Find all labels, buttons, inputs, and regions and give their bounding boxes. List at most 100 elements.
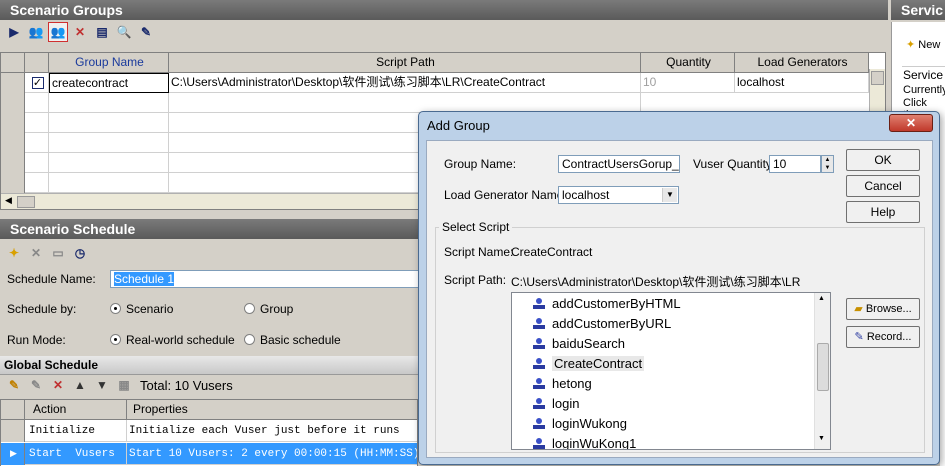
schedule-clock-icon[interactable]: ◷ [70,243,90,263]
col-action[interactable]: Action [25,400,127,420]
vuser-quantity-label: Vuser Quantity: [693,157,776,171]
col-properties[interactable]: Properties [127,400,417,420]
table-row[interactable]: ✓ createcontract C:\Users\Administrator\… [1,73,885,93]
list-item-selected[interactable]: CreateContract [532,354,645,374]
action-cell[interactable]: Start Vusers [25,443,127,465]
chevron-down-icon[interactable]: ▼ [662,188,677,202]
global-schedule-title: Global Schedule [0,356,418,375]
list-item[interactable]: hetong [532,374,592,394]
service-panel-title: Servic [891,0,945,20]
script-icon [532,296,546,310]
add-group-icon[interactable]: 👥 [48,22,68,42]
vusers-icon[interactable]: 👥 [26,22,46,42]
close-button[interactable]: ✕ [889,114,933,132]
table-view-icon[interactable]: ▦ [114,375,134,395]
record-button[interactable]: ✎ Record... [846,326,920,348]
run-mode-basic-radio[interactable]: Basic schedule [244,333,341,347]
play-icon[interactable]: ▶ [4,22,24,42]
radio-icon [244,303,255,314]
groups-grid-header: Group Name Script Path Quantity Load Gen… [1,53,885,73]
load-generator-cell[interactable]: localhost [735,73,869,93]
view-script-icon[interactable]: 🔍 [114,22,134,42]
delete-action-icon[interactable]: ✕ [48,375,68,395]
total-vusers: Total: 10 Vusers [140,377,233,393]
global-schedule-toolbar: ✎ ✎ ✕ ▲ ▼ ▦ Total: 10 Vusers [4,375,233,395]
vuser-quantity-input[interactable]: 10 [769,155,821,173]
scenario-schedule-title: Scenario Schedule [0,219,418,239]
script-list[interactable]: addCustomerByHTML addCustomerByURL baidu… [511,292,831,450]
radio-icon [110,334,121,345]
edit-action-icon[interactable]: ✎ [26,375,46,395]
action-cell[interactable]: Initialize [25,420,127,442]
close-icon: ✕ [905,116,917,130]
script-name-label: Script Name: [444,245,514,259]
scenario-groups-title: Scenario Groups [0,0,888,20]
ok-button[interactable]: OK [846,149,920,171]
scroll-left-icon[interactable]: ◀ [5,195,12,206]
rename-schedule-icon[interactable]: ▭ [48,243,68,263]
list-item[interactable]: addCustomerByHTML [532,294,681,314]
load-generator-label: Load Generator Name: [444,188,567,202]
properties-cell[interactable]: Initialize each Vuser just before it run… [127,420,417,442]
list-item[interactable]: login [532,394,579,414]
spin-down-icon[interactable]: ▼ [822,164,833,172]
add-group-dialog: Add Group ✕ Group Name: ContractUsersGor… [418,111,940,465]
add-action-icon[interactable]: ✎ [4,375,24,395]
script-icon [532,396,546,410]
new-schedule-icon[interactable]: ✦ [4,243,24,263]
group-name-cell[interactable]: createcontract [49,73,169,93]
run-mode-label: Run Mode: [7,333,66,347]
list-item[interactable]: loginWukong [532,414,627,434]
script-path-cell[interactable]: C:\Users\Administrator\Desktop\软件测试\练习脚本… [169,73,641,93]
table-row [1,93,885,113]
load-generator-select[interactable]: localhost ▼ [558,186,679,204]
schedule-by-scenario-radio[interactable]: Scenario [110,302,173,316]
move-down-icon[interactable]: ▼ [92,375,112,395]
new-icon: ✦ [906,39,916,51]
script-list-scrollbar[interactable]: ▲ ▼ [814,293,830,449]
dialog-body: Group Name: ContractUsersGorup_1 Vuser Q… [426,140,933,458]
col-script-path[interactable]: Script Path [169,53,641,73]
dialog-title: Add Group [427,118,490,133]
schedule-by-group-radio[interactable]: Group [244,302,293,316]
quantity-cell[interactable]: 10 [641,73,735,93]
scroll-up-icon[interactable]: ▲ [818,295,825,302]
col-quantity[interactable]: Quantity [641,53,735,73]
select-script-group: Select Script Script Name: CreateContrac… [435,220,925,453]
group-name-label: Group Name: [444,157,517,171]
remove-group-icon[interactable]: ✕ [70,22,90,42]
list-item[interactable]: loginWuKong1 [532,434,636,449]
global-schedule-grid: Action Properties Initialize Initialize … [0,399,418,466]
scroll-thumb[interactable] [817,343,829,391]
group-name-input[interactable]: ContractUsersGorup_1 [558,155,680,173]
table-row[interactable]: Initialize Initialize each Vuser just be… [1,420,417,442]
browse-button[interactable]: ▰ Browse... [846,298,920,320]
col-load-generators[interactable]: Load Generators [735,53,869,73]
quantity-spinner[interactable]: ▲ ▼ [821,155,834,173]
run-mode-realworld-radio[interactable]: Real-world schedule [110,333,235,347]
runtime-settings-icon[interactable]: ✎ [136,22,156,42]
service-status-text: Currently [903,84,945,96]
list-item[interactable]: addCustomerByURL [532,314,671,334]
schedule-name-input[interactable]: Schedule 1 [110,270,420,288]
group-enabled-checkbox[interactable]: ✓ [25,73,49,93]
folder-icon: ▰ [854,303,863,315]
list-item[interactable]: baiduSearch [532,334,625,354]
col-group-name[interactable]: Group Name [49,53,169,73]
radio-icon [244,334,255,345]
scroll-down-icon[interactable]: ▼ [818,435,825,442]
move-up-icon[interactable]: ▲ [70,375,90,395]
details-icon[interactable]: ▤ [92,22,112,42]
groups-toolbar: ▶ 👥 👥 ✕ ▤ 🔍 ✎ [4,22,156,42]
delete-schedule-icon[interactable]: ✕ [26,243,46,263]
table-row[interactable]: ▶ Start Vusers Start 10 Vusers: 2 every … [1,443,417,465]
help-button[interactable]: Help [846,201,920,223]
script-icon [532,356,546,370]
schedule-toolbar: ✦ ✕ ▭ ◷ [4,243,90,263]
new-service-button[interactable]: ✦ New [906,38,940,51]
spin-up-icon[interactable]: ▲ [822,156,833,164]
properties-cell[interactable]: Start 10 Vusers: 2 every 00:00:15 (HH:MM… [127,443,417,465]
cancel-button[interactable]: Cancel [846,175,920,197]
script-icon [532,376,546,390]
script-icon [532,436,546,449]
